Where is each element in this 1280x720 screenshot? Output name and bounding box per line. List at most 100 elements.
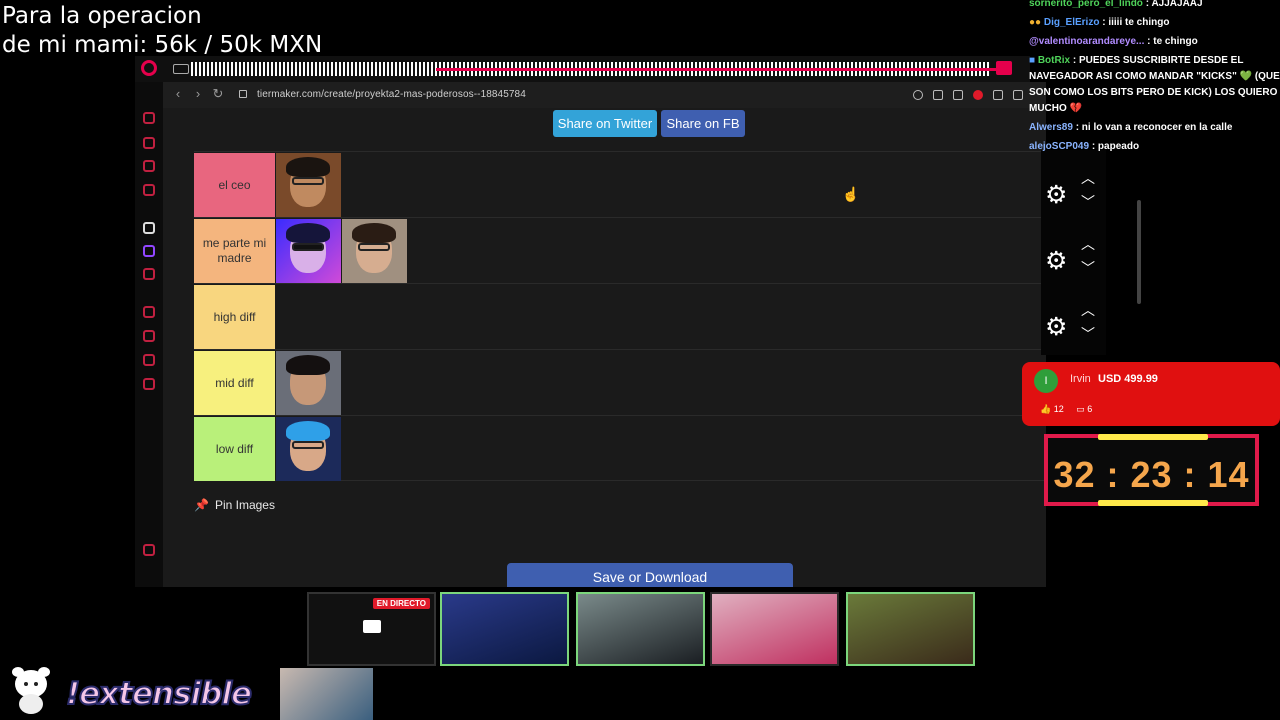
scrollbar[interactable] [1137,200,1141,304]
sidebar-kick-icon[interactable] [143,222,155,234]
timer-value: 32 : 23 : 14 [1053,454,1250,495]
sidebar-clock-icon[interactable] [143,330,155,342]
chat-message: sornerito_pero_el_lindo : AJJAJAAJ [1029,0,1280,12]
live-badge: EN DIRECTO [372,598,430,609]
donor-avatar: I [1034,369,1058,393]
back-icon[interactable]: ‹ [171,87,185,101]
screen-share-icon [363,620,381,633]
tiermaker-page: Share on Twitter Share on FB el ceo me p… [163,108,1046,587]
forward-icon[interactable]: › [191,87,205,101]
tier-label[interactable]: mid diff [194,351,275,415]
webcam-strip: EN DIRECTO [307,592,977,666]
sidebar-video-icon[interactable] [143,160,155,172]
browser-window: ‹ › ↻ tiermaker.com/create/proyekta2-mas… [163,82,1046,587]
chat-overlay: sornerito_pero_el_lindo : AJJAJAAJ ●● Di… [1029,0,1280,158]
tier-items [276,219,408,283]
clip-thumbnail [280,668,373,720]
chat-text: : ni lo van a reconocer en la calle [1072,122,1233,133]
bookmark-icon[interactable] [933,90,943,100]
save-download-button[interactable]: Save or Download [507,563,793,587]
tier-label[interactable]: me parte mi madre [194,219,275,283]
app-top-bar [135,56,1030,82]
badge-icon: ●● [1029,17,1042,28]
tier-items [276,417,342,481]
pin-icon: 📌 [194,498,209,512]
gear-icon[interactable]: ⚙ [1045,246,1067,276]
reload-icon[interactable]: ↻ [211,87,225,101]
share-twitter-button[interactable]: Share on Twitter [553,110,657,137]
window-menu-icon[interactable] [996,61,1012,75]
donation-amount: USD 499.99 [1098,373,1158,385]
tier-image[interactable] [276,417,341,481]
app-logo-icon [141,60,157,76]
chat-username: sornerito_pero_el_lindo [1029,0,1143,9]
comment-count: 6 [1087,404,1093,414]
comment-icon: ▭ [1076,404,1085,414]
gear-icon[interactable]: ⚙ [1045,180,1067,210]
subathon-timer: 32 : 23 : 14 [1044,434,1259,506]
sidebar-settings-icon[interactable] [143,378,155,390]
url-bar: ‹ › ↻ tiermaker.com/create/proyekta2-mas… [163,82,1046,108]
scene-control-3: ⚙ ︿ ﹀ [1041,294,1106,354]
chevron-up-icon[interactable]: ︿ [1081,300,1095,320]
tier-items [276,351,342,415]
cam-tile[interactable] [710,592,839,666]
tabs-icon[interactable] [173,64,189,74]
chevron-down-icon[interactable]: ﹀ [1081,258,1095,278]
zoom-icon[interactable] [913,90,923,100]
url-text[interactable]: tiermaker.com/create/proyekta2-mas-poder… [257,89,526,100]
channel-brand: !extensible [65,675,253,713]
mouse-cursor-icon: ☝ [842,186,860,202]
tier-image[interactable] [342,219,407,283]
cam-tile[interactable] [440,592,569,666]
chat-text: : te chingo [1144,36,1198,47]
pin-images-label: Pin Images [214,498,275,512]
tier-row: high diff [194,283,1046,349]
like-count: 12 [1053,404,1064,414]
sidebar-add-icon[interactable] [143,306,155,318]
sidebar-bell-icon[interactable] [143,354,155,366]
donor-name: Irvin [1070,373,1091,385]
tier-list: el ceo me parte mi madre high diff mid d… [194,151,1046,481]
chevron-up-icon[interactable]: ︿ [1081,168,1095,188]
scene-control-2: ⚙ ︿ ﹀ [1041,228,1106,288]
sidebar-home-icon[interactable] [143,112,155,124]
sidebar-youtube-icon[interactable] [143,268,155,280]
sidebar-camera-icon[interactable] [143,544,155,556]
cam-tile[interactable] [576,592,705,666]
chat-username: Dig_ElErizo [1043,17,1100,28]
chevron-up-icon[interactable]: ︿ [1081,234,1095,254]
tier-row: mid diff [194,349,1046,415]
chat-message: alejoSCP049 : papeado [1029,139,1280,155]
play-icon[interactable] [1013,90,1023,100]
tier-image[interactable] [276,351,341,415]
tier-image[interactable] [276,219,341,283]
lock-icon [239,90,247,98]
chevron-down-icon[interactable]: ﹀ [1081,192,1095,212]
sidebar-twitch-icon[interactable] [143,245,155,257]
scene-controls: ⚙ ︿ ﹀ ⚙ ︿ ﹀ ⚙ ︿ ﹀ [1041,150,1106,355]
share-fb-button[interactable]: Share on FB [661,110,745,137]
translate-icon[interactable] [993,90,1003,100]
tier-row: low diff [194,415,1046,481]
cam-tile[interactable] [846,592,975,666]
tier-label[interactable]: low diff [194,417,275,481]
tier-label[interactable]: high diff [194,285,275,349]
tier-row: me parte mi madre [194,217,1046,283]
screenshot-icon[interactable] [953,90,963,100]
donation-alert: I Irvin USD 499.99 👍 12 ▭ 6 [1022,362,1280,426]
chevron-down-icon[interactable]: ﹀ [1081,324,1095,344]
sidebar-media-icon[interactable] [143,184,155,196]
gear-icon[interactable]: ⚙ [1045,312,1067,342]
chat-message: Alwers89 : ni lo van a reconocer en la c… [1029,120,1280,136]
chat-text: : papeado [1089,141,1140,152]
tier-image[interactable] [276,153,341,217]
tier-row: el ceo [194,151,1046,217]
app-sidebar [135,82,163,587]
tier-label[interactable]: el ceo [194,153,275,217]
record-icon[interactable] [973,90,983,100]
chat-username: @valentinoarandareye... [1029,36,1145,47]
cam-screen-share[interactable]: EN DIRECTO [307,592,436,666]
pin-images-toggle[interactable]: 📌 Pin Images [194,498,275,512]
sidebar-chat-icon[interactable] [143,137,155,149]
